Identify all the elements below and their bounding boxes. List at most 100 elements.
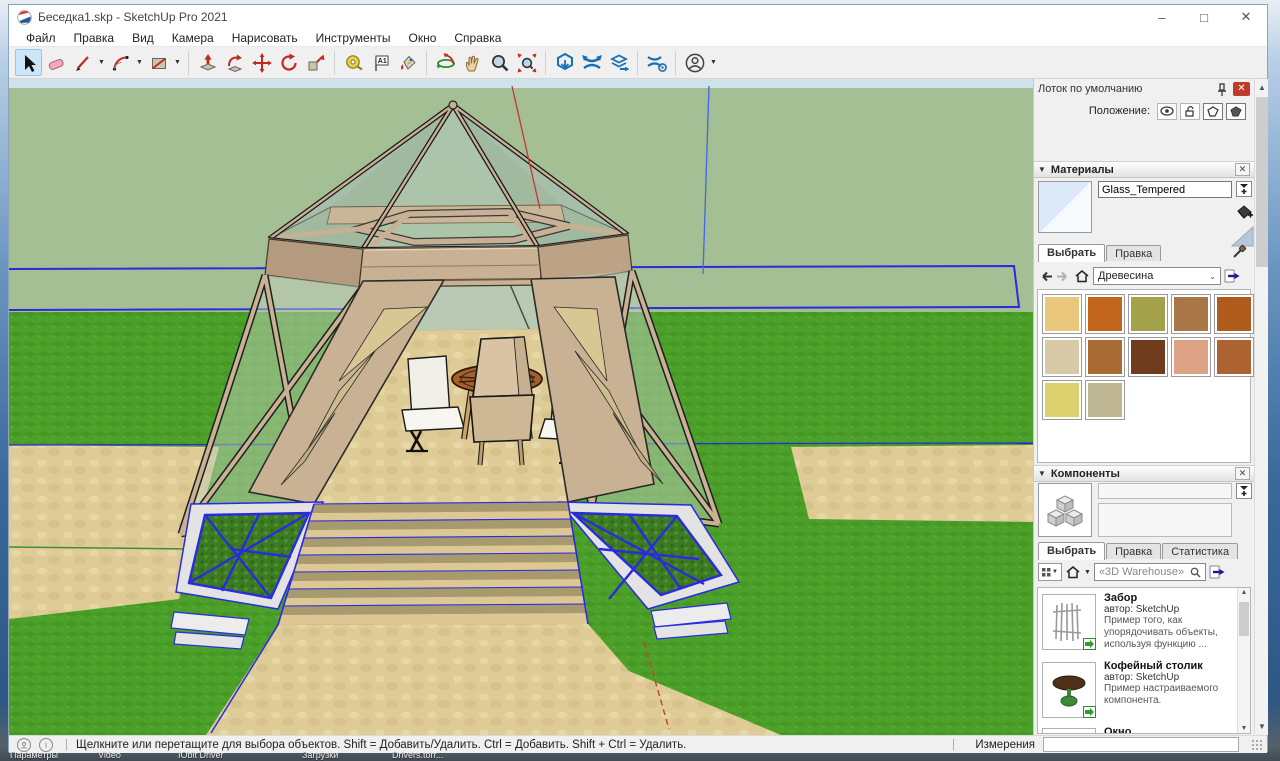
secondary-pane-button[interactable] <box>1236 181 1252 197</box>
view-options-button[interactable]: ▼ <box>1038 563 1062 581</box>
materials-close-button[interactable]: ✕ <box>1235 163 1250 176</box>
paint-bucket-tool-button[interactable] <box>394 49 421 76</box>
eraser-tool-button[interactable] <box>42 49 69 76</box>
menu-help[interactable]: Справка <box>445 31 510 45</box>
material-swatch[interactable] <box>1214 294 1254 334</box>
desktop-icon-label[interactable]: IObit Driver <box>178 750 224 760</box>
materials-tab-edit[interactable]: Правка <box>1106 245 1161 261</box>
material-preview[interactable] <box>1038 181 1092 233</box>
materials-tab-select[interactable]: Выбрать <box>1038 244 1105 262</box>
pin-icon[interactable] <box>1216 83 1228 96</box>
component-item-fence[interactable]: Забор автор: SketchUp Пример того, как у… <box>1042 592 1238 656</box>
line-tool-button[interactable] <box>69 49 96 76</box>
material-swatch[interactable] <box>1085 380 1125 420</box>
tray-scrollbar[interactable]: ▲ ▼ <box>1254 79 1268 735</box>
scroll-thumb[interactable] <box>1256 97 1268 267</box>
component-title[interactable]: Окно <box>1104 726 1238 734</box>
components-list-scrollbar[interactable]: ▲ ▼ <box>1237 588 1250 733</box>
menu-tools[interactable]: Инструменты <box>307 31 400 45</box>
forward-arrow-icon[interactable] <box>1056 270 1071 283</box>
tag-outline-button[interactable] <box>1203 103 1223 120</box>
materials-category-dropdown[interactable]: Древесина ⌄ <box>1093 267 1221 285</box>
material-swatch[interactable] <box>1085 337 1125 377</box>
component-preview[interactable] <box>1038 483 1092 537</box>
account-dropdown[interactable]: ▼ <box>708 49 719 76</box>
resize-grip[interactable] <box>1251 739 1263 751</box>
material-name-input[interactable] <box>1098 181 1232 198</box>
components-tab-select[interactable]: Выбрать <box>1038 542 1105 560</box>
scroll-down-icon[interactable]: ▼ <box>1238 725 1250 732</box>
lock-toggle-button[interactable] <box>1180 103 1200 120</box>
search-icon[interactable] <box>1190 567 1201 578</box>
material-swatch[interactable] <box>1171 337 1211 377</box>
arc-tool-dropdown[interactable]: ▼ <box>134 49 145 76</box>
component-title[interactable]: Кофейный столик <box>1104 660 1240 672</box>
details-arrow-icon[interactable] <box>1224 269 1240 283</box>
materials-header[interactable]: ▼ Материалы ✕ <box>1034 161 1254 178</box>
sample-paint-eyedropper-button[interactable] <box>1230 243 1248 261</box>
material-swatch[interactable] <box>1128 337 1168 377</box>
desktop-icon-label[interactable]: Video <box>98 750 121 760</box>
home-icon[interactable] <box>1065 565 1081 579</box>
scroll-down-icon[interactable]: ▼ <box>1256 720 1268 733</box>
text-tool-button[interactable]: A1 <box>367 49 394 76</box>
zoom-tool-button[interactable] <box>486 49 513 76</box>
components-header[interactable]: ▼ Компоненты ✕ <box>1034 465 1254 482</box>
scroll-thumb[interactable] <box>1239 602 1249 636</box>
desktop-icon-label[interactable]: Параметры <box>10 750 58 760</box>
rotate-tool-button[interactable] <box>275 49 302 76</box>
component-item-coffee-table[interactable]: Кофейный столик автор: SketchUp Пример н… <box>1042 660 1238 724</box>
scroll-up-icon[interactable]: ▲ <box>1256 81 1268 94</box>
tray-header[interactable]: Лоток по умолчанию ✕ <box>1034 79 1254 99</box>
material-swatch[interactable] <box>1042 337 1082 377</box>
extension-warehouse-button[interactable] <box>643 49 670 76</box>
follow-me-tool-button[interactable] <box>221 49 248 76</box>
home-icon[interactable] <box>1074 269 1090 283</box>
line-tool-dropdown[interactable]: ▼ <box>96 49 107 76</box>
title-bar[interactable]: Беседка1.skp - SketchUp Pro 2021 – □ ✕ <box>9 5 1267 29</box>
collapse-triangle-icon[interactable]: ▼ <box>1038 165 1046 174</box>
desktop-icon-label[interactable]: Drivers.torr... <box>392 750 444 760</box>
scale-tool-button[interactable] <box>302 49 329 76</box>
rectangle-tool-button[interactable] <box>145 49 172 76</box>
home-dropdown-icon[interactable]: ▼ <box>1084 569 1091 576</box>
components-search-input[interactable]: «3D Warehouse» <box>1094 563 1206 581</box>
collapse-triangle-icon[interactable]: ▼ <box>1038 469 1046 478</box>
desktop-icon-label[interactable]: Загрузки <box>302 750 338 760</box>
back-arrow-icon[interactable] <box>1038 270 1053 283</box>
move-tool-button[interactable] <box>248 49 275 76</box>
components-tab-edit[interactable]: Правка <box>1106 543 1161 559</box>
zoom-extents-tool-button[interactable] <box>513 49 540 76</box>
menu-file[interactable]: Файл <box>17 31 65 45</box>
pan-tool-button[interactable] <box>459 49 486 76</box>
material-swatch[interactable] <box>1042 294 1082 334</box>
details-arrow-icon[interactable] <box>1209 565 1225 579</box>
share-model-button[interactable] <box>578 49 605 76</box>
material-swatch[interactable] <box>1214 337 1254 377</box>
tape-measure-tool-button[interactable] <box>340 49 367 76</box>
component-title[interactable]: Забор <box>1104 592 1240 604</box>
entrance-steps[interactable] <box>278 502 588 625</box>
account-button[interactable] <box>681 49 708 76</box>
menu-draw[interactable]: Нарисовать <box>223 31 307 45</box>
components-close-button[interactable]: ✕ <box>1235 467 1250 480</box>
arc-tool-button[interactable] <box>107 49 134 76</box>
component-name-field[interactable] <box>1098 483 1232 499</box>
select-tool-button[interactable] <box>15 49 42 76</box>
menu-camera[interactable]: Камера <box>163 31 223 45</box>
close-button[interactable]: ✕ <box>1225 5 1267 29</box>
menu-view[interactable]: Вид <box>123 31 163 45</box>
minimize-button[interactable]: – <box>1141 5 1183 29</box>
material-swatch[interactable] <box>1042 380 1082 420</box>
maximize-button[interactable]: □ <box>1183 5 1225 29</box>
secondary-pane-button[interactable] <box>1236 483 1252 499</box>
material-swatch[interactable] <box>1085 294 1125 334</box>
hidden-toggle-button[interactable] <box>1157 103 1177 120</box>
create-material-button[interactable] <box>1234 203 1254 221</box>
push-pull-tool-button[interactable] <box>194 49 221 76</box>
tag-filled-button[interactable] <box>1226 103 1246 120</box>
component-description-field[interactable] <box>1098 503 1232 537</box>
viewport-3d-scene[interactable] <box>9 79 1033 735</box>
material-swatch[interactable] <box>1128 294 1168 334</box>
material-swatch[interactable] <box>1171 294 1211 334</box>
